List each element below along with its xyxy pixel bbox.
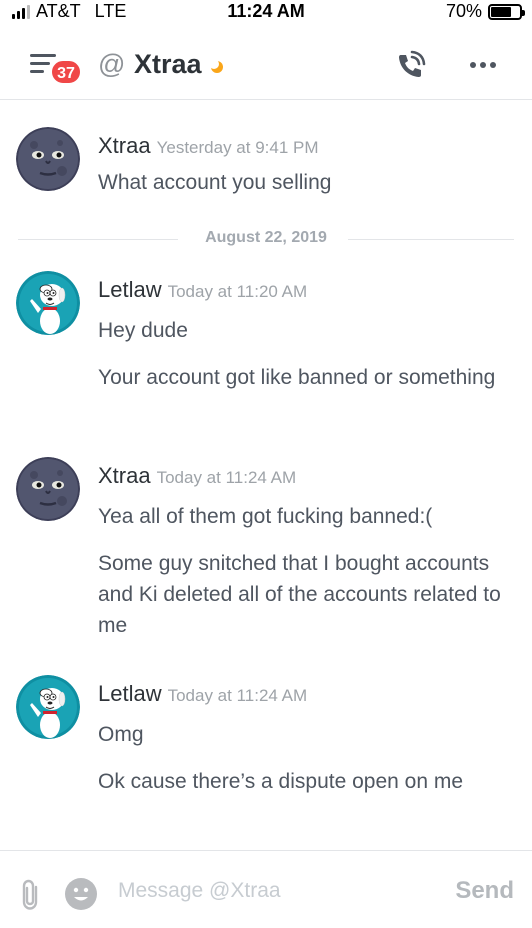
battery-percent: 70% bbox=[445, 1, 482, 21]
status-right: 70% bbox=[445, 1, 525, 22]
phone-call-icon[interactable] bbox=[392, 48, 428, 84]
author-name[interactable]: Letlaw bbox=[98, 681, 162, 706]
emoji-icon[interactable] bbox=[64, 877, 98, 911]
divider-date: August 22, 2019 bbox=[205, 229, 327, 246]
paperclip-icon[interactable] bbox=[20, 879, 44, 911]
white-dog-avatar[interactable] bbox=[16, 271, 80, 335]
status-bar: AT&T LTE 11:24 AM 70% bbox=[0, 0, 532, 24]
message-text: Omg bbox=[98, 723, 144, 746]
message-timestamp: Today at 11:20 AM bbox=[167, 282, 308, 301]
at-symbol: @ bbox=[98, 49, 126, 79]
message-timestamp: Yesterday at 9:41 PM bbox=[156, 138, 319, 157]
message-text: Ok cause there’s a dispute open on me bbox=[98, 770, 464, 793]
message-list[interactable]: Xtraa Yesterday at 9:41 PM What account y… bbox=[0, 101, 532, 849]
message-text: Yea all of them got fucking banned:( bbox=[98, 505, 433, 528]
message-input[interactable] bbox=[118, 879, 428, 903]
message-author[interactable]: Xtraa Today at 11:24 AM bbox=[98, 463, 296, 489]
moon-face-avatar[interactable] bbox=[16, 457, 80, 521]
moon-face-avatar[interactable] bbox=[16, 127, 80, 191]
idle-status-icon bbox=[210, 60, 223, 73]
message-text: Some guy snitched that I bought accounts… bbox=[98, 552, 501, 637]
date-divider: August 22, 2019 bbox=[18, 229, 514, 249]
battery-icon bbox=[488, 3, 525, 20]
unread-badge: 37 bbox=[50, 59, 82, 85]
author-name[interactable]: Xtraa bbox=[98, 133, 151, 158]
message-text: Hey dude bbox=[98, 319, 188, 342]
message-composer: Send bbox=[0, 850, 532, 928]
battery-fill bbox=[491, 6, 511, 17]
white-dog-avatar[interactable] bbox=[16, 675, 80, 739]
message-text: Your account got like banned or somethin… bbox=[98, 366, 496, 389]
message-author[interactable]: Xtraa Yesterday at 9:41 PM bbox=[98, 133, 319, 159]
message-timestamp: Today at 11:24 AM bbox=[167, 686, 308, 705]
author-name[interactable]: Xtraa bbox=[98, 463, 151, 488]
message-text: What account you selling bbox=[98, 171, 332, 194]
more-dots-icon[interactable] bbox=[470, 62, 496, 68]
chat-header: 37 @ Xtraa bbox=[0, 24, 532, 100]
send-button[interactable]: Send bbox=[455, 877, 514, 905]
channel-name[interactable]: Xtraa bbox=[134, 49, 202, 80]
author-name[interactable]: Letlaw bbox=[98, 277, 162, 302]
message-author[interactable]: Letlaw Today at 11:20 AM bbox=[98, 277, 307, 303]
message-author[interactable]: Letlaw Today at 11:24 AM bbox=[98, 681, 307, 707]
message-timestamp: Today at 11:24 AM bbox=[156, 468, 297, 487]
